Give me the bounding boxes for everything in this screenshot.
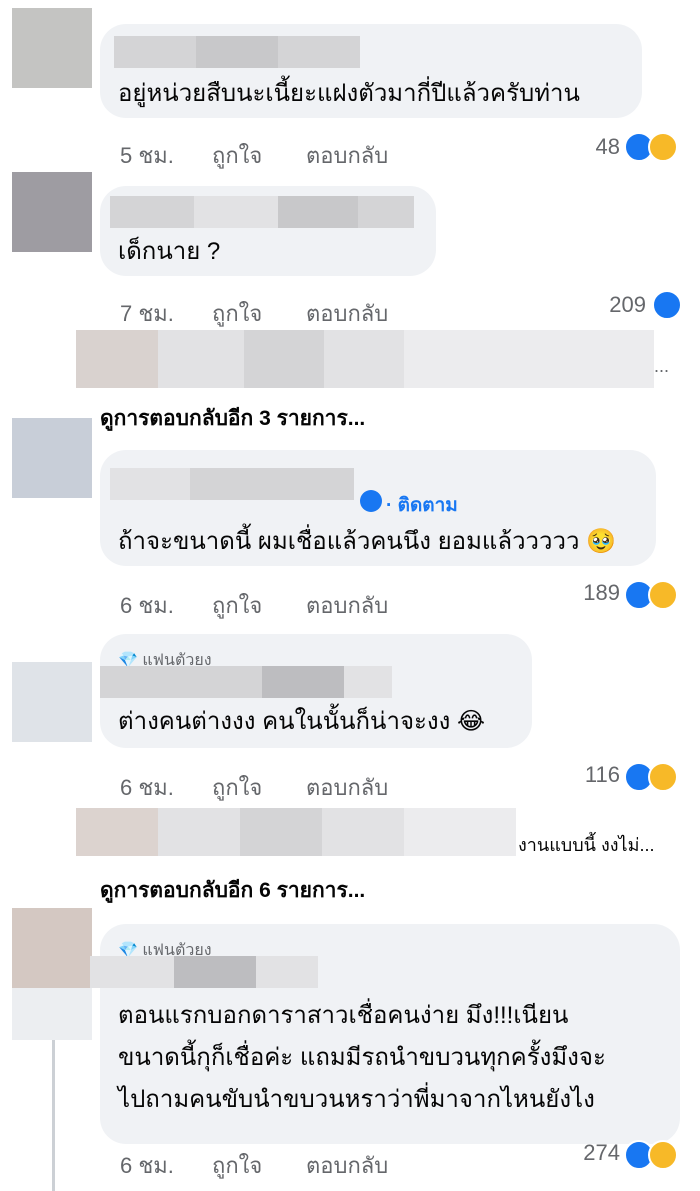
blurred-name (344, 666, 392, 698)
blurred-name (196, 36, 278, 68)
blurred-name (278, 196, 358, 228)
comment-text-line: ตอนแรกบอกดาราสาวเชื่อคนง่าย มึง!!!เนียน (118, 1002, 569, 1029)
reaction-icons[interactable] (652, 290, 682, 320)
truncated-text[interactable]: งานแบบนี้ งงไม่... (518, 830, 654, 859)
haha-icon (648, 1140, 678, 1170)
reply-button[interactable]: ตอบกลับ (306, 588, 388, 623)
blurred-name (174, 956, 256, 988)
reaction-count[interactable]: 209 (580, 292, 646, 318)
comment-bubble: · ติดตาม ถ้าจะขนาดนี้ ผมเชื่อแล้วคนนึง ย… (100, 450, 656, 566)
like-button[interactable]: ถูกใจ (212, 296, 262, 331)
comment-text-line: ขนาดนี้กุก็เชื่อค่ะ แถมมีรถนำขบวนทุกครั้… (118, 1044, 606, 1071)
avatar[interactable] (12, 662, 92, 742)
like-icon (652, 290, 682, 320)
haha-icon (648, 132, 678, 162)
blurred-name (272, 468, 354, 500)
comment-bubble: 💎 แฟนตัวยง ตอนแรกบอกดาราสาวเชื่อคนง่าย ม… (90, 924, 680, 1144)
comment-time[interactable]: 6 ชม. (120, 770, 174, 805)
avatar[interactable] (12, 8, 92, 88)
comment-time[interactable]: 7 ชม. (120, 296, 174, 331)
view-more-replies-link[interactable]: ดูการตอบกลับอีก 6 รายการ... (100, 874, 365, 907)
reply-button[interactable]: ตอบกลับ (306, 296, 388, 331)
reply-button[interactable]: ตอบกลับ (306, 770, 388, 805)
blurred-name (256, 956, 318, 988)
avatar[interactable] (12, 908, 92, 988)
comment-time[interactable]: 6 ชม. (120, 1148, 174, 1183)
like-button[interactable]: ถูกใจ (212, 770, 262, 805)
verified-icon (360, 490, 382, 512)
reaction-icons[interactable] (624, 762, 680, 792)
truncated-text[interactable]: ... (654, 356, 669, 377)
avatar[interactable] (12, 172, 92, 252)
reaction-icons[interactable] (624, 580, 680, 610)
blurred-name (90, 956, 174, 988)
blurred-name (278, 36, 360, 68)
blurred-name (190, 468, 272, 500)
reply-button[interactable]: ตอบกลับ (306, 138, 388, 173)
comment-text: เด็กนาย ? (118, 238, 221, 265)
comment-text: ต่างคนต่างงง คนในนั้นก็น่าจะงง 😂 (118, 708, 486, 735)
blurred-name (182, 666, 262, 698)
blurred-reply-preview (158, 330, 244, 388)
like-button[interactable]: ถูกใจ (212, 588, 262, 623)
reaction-count[interactable]: 189 (556, 580, 620, 606)
haha-icon (648, 580, 678, 610)
thread-line (52, 1040, 55, 1191)
avatar (12, 988, 92, 1040)
blurred-reply-preview (324, 330, 404, 388)
comment-text: ถ้าจะขนาดนี้ ผมเชื่อแล้วคนนึง ยอมแล้วววว… (118, 528, 617, 555)
like-button[interactable]: ถูกใจ (212, 138, 262, 173)
like-button[interactable]: ถูกใจ (212, 1148, 262, 1183)
reaction-icons[interactable] (624, 1140, 680, 1170)
blurred-reply-preview (244, 330, 324, 388)
follow-button[interactable]: · ติดตาม (386, 490, 458, 520)
blurred-reply-preview (404, 330, 654, 388)
comment-time[interactable]: 6 ชม. (120, 588, 174, 623)
reaction-icons[interactable] (624, 132, 680, 162)
view-more-replies-link[interactable]: ดูการตอบกลับอีก 3 รายการ... (100, 402, 365, 435)
blurred-reply-preview (76, 330, 158, 388)
blurred-name (114, 36, 196, 68)
comment-text: อยู่หน่วยสืบนะเนี้ยะแฝงตัวมากี่ปีแล้วครั… (118, 80, 580, 107)
comment-text-line: ไปถามคนขับนำขบวนหราว่าพี่มาจากไหนยังไง (118, 1086, 595, 1113)
blurred-reply-preview (404, 808, 516, 856)
reaction-count[interactable]: 274 (556, 1140, 620, 1166)
blurred-name (100, 666, 182, 698)
comment-bubble: อยู่หน่วยสืบนะเนี้ยะแฝงตัวมากี่ปีแล้วครั… (100, 24, 642, 118)
blurred-reply-preview (322, 808, 404, 856)
blurred-name (358, 196, 414, 228)
avatar[interactable] (12, 418, 92, 498)
blurred-reply-preview (158, 808, 240, 856)
comment-bubble: 💎 แฟนตัวยง ต่างคนต่างงง คนในนั้นก็น่าจะง… (100, 634, 532, 748)
reply-button[interactable]: ตอบกลับ (306, 1148, 388, 1183)
blurred-reply-preview (240, 808, 322, 856)
comment-time[interactable]: 5 ชม. (120, 138, 174, 173)
blurred-name (262, 666, 344, 698)
blurred-name (110, 468, 190, 500)
blurred-name (110, 196, 194, 228)
comment-bubble: เด็กนาย ? (100, 186, 436, 276)
blurred-name (194, 196, 278, 228)
blurred-reply-preview (76, 808, 158, 856)
reaction-count[interactable]: 48 (560, 134, 620, 160)
haha-icon (648, 762, 678, 792)
reaction-count[interactable]: 116 (560, 762, 620, 788)
